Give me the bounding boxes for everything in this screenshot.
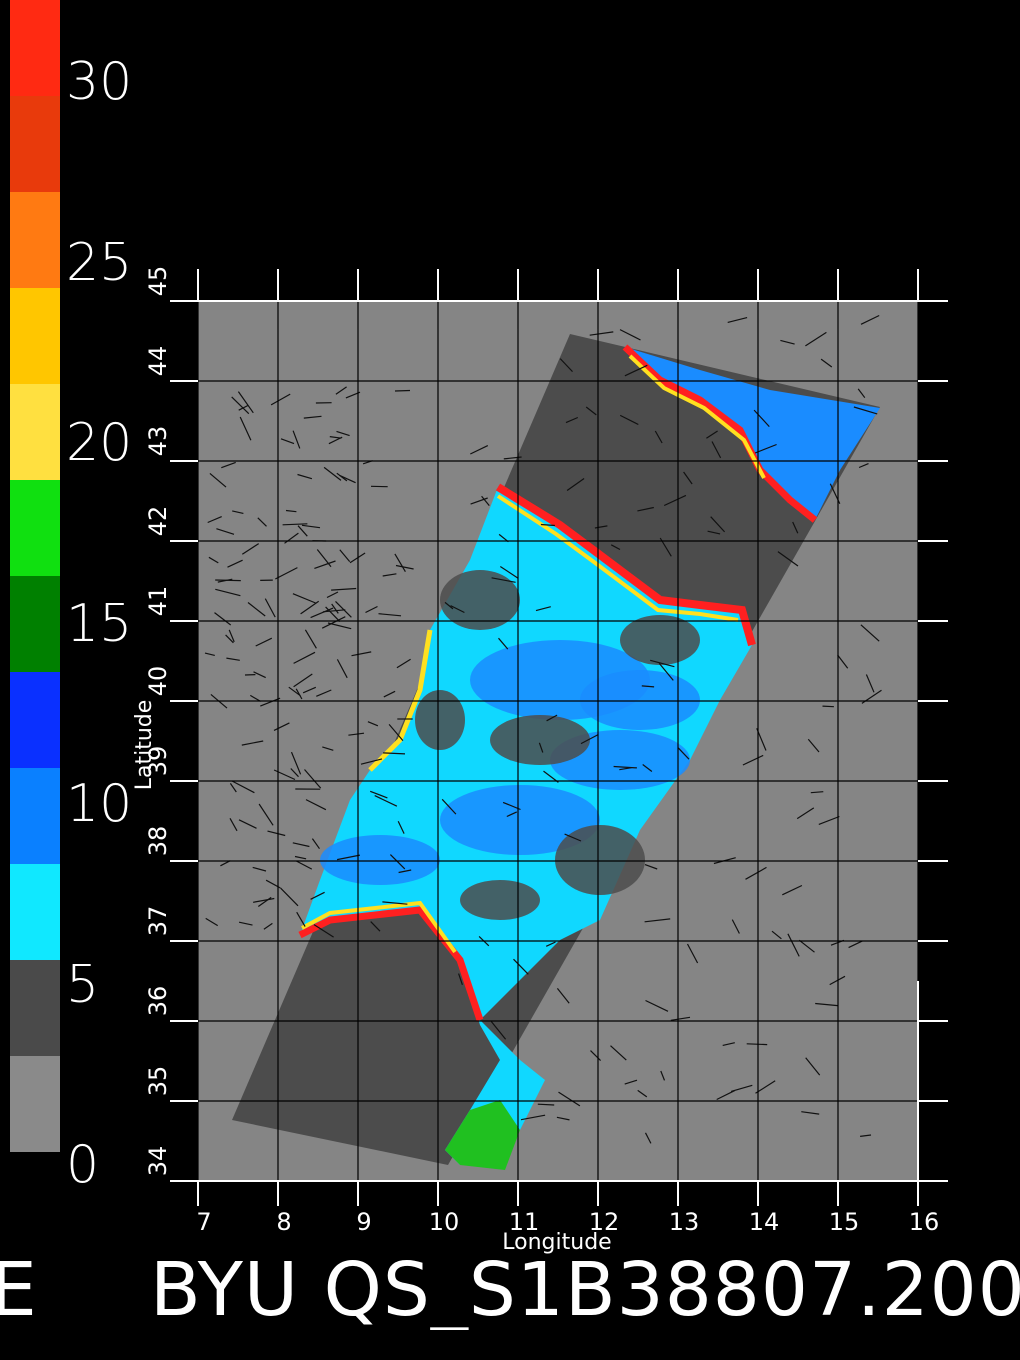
y-tick-label: 42 xyxy=(144,506,172,537)
calm-patch xyxy=(415,690,465,750)
wind-vector xyxy=(215,579,241,582)
wind-vector xyxy=(537,1103,555,1106)
x-tick-label: 14 xyxy=(749,1208,780,1236)
x-tick-label: 8 xyxy=(276,1208,291,1236)
y-tick-label: 45 xyxy=(144,266,172,297)
y-axis-label: Latitude xyxy=(132,700,157,791)
y-tick-label: 38 xyxy=(144,826,172,857)
x-tick-label: 15 xyxy=(829,1208,860,1236)
footer-title: BYU QS_S1B38807.200 xyxy=(150,1250,1020,1330)
y-tick-label: 43 xyxy=(144,426,172,457)
x-tick-label: 10 xyxy=(429,1208,460,1236)
y-tick-label: 40 xyxy=(144,666,172,697)
calm-patch xyxy=(490,715,590,765)
y-tick-label: 44 xyxy=(144,346,172,377)
y-tick-label: 35 xyxy=(144,1066,172,1097)
calm-patch xyxy=(460,880,540,920)
y-tick-label: 36 xyxy=(144,986,172,1017)
calm-patch xyxy=(620,615,700,665)
y-tick-label: 34 xyxy=(144,1146,172,1177)
wind-vector xyxy=(746,1043,768,1046)
y-tick-label: 41 xyxy=(144,586,172,617)
footer-caption: E BYU QS_S1B38807.200 xyxy=(0,1250,1020,1330)
x-tick-label: 9 xyxy=(356,1208,371,1236)
wind-vector xyxy=(822,705,834,708)
x-tick-label: 16 xyxy=(909,1208,940,1236)
y-tick-label: 37 xyxy=(144,906,172,937)
footer-cut-glyph: E xyxy=(0,1250,37,1330)
x-tick-label: 7 xyxy=(196,1208,211,1236)
x-tick-label: 13 xyxy=(669,1208,700,1236)
wind-map: 7 8 9 10 11 12 13 14 15 1634353637383940414243444… xyxy=(132,266,948,1255)
wind-vector xyxy=(394,389,411,392)
